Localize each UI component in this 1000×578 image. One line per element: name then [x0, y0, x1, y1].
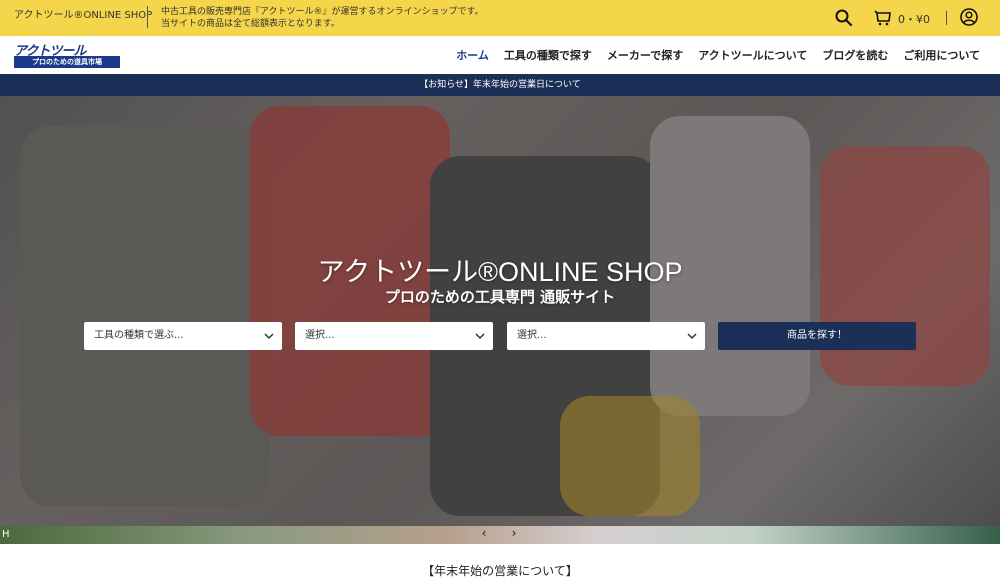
logo-text: アクトツール [14, 44, 86, 59]
announcement-bar[interactable]: 【お知らせ】年末年始の営業日について [0, 74, 1000, 96]
maker-select[interactable]: 選択... [295, 322, 493, 350]
nav-blog[interactable]: ブログを読む [822, 47, 888, 63]
chevron-down-icon [264, 333, 274, 340]
hero-subtitle: プロのための工具専門 通販サイト [384, 288, 616, 306]
section-title: 【年末年始の営業について】 [422, 564, 578, 578]
divider [946, 11, 947, 25]
shop-name: アクトツール®ONLINE SHOP [14, 10, 153, 21]
broken-image-alt: H [2, 529, 10, 540]
model-select[interactable]: 選択... [507, 322, 705, 350]
description-line-1: 中古工具の販売専門店『アクトツール®』が運営するオンラインショップです。 [161, 7, 484, 17]
chevron-down-icon [687, 333, 697, 340]
prev-slide-button[interactable]: ‹ [477, 526, 491, 540]
cart-count[interactable]: 0・¥0 [898, 11, 930, 27]
site-header: アクトツール プロのための道具市場 ホーム 工具の種類で探す メーカーで探す ア… [0, 36, 1000, 74]
select-value: 選択... [305, 330, 335, 341]
main-nav: ホーム 工具の種類で探す メーカーで探す アクトツールについて ブログを読む ご… [456, 47, 980, 63]
chevron-down-icon [475, 333, 485, 340]
nav-home[interactable]: ホーム [456, 47, 489, 63]
nav-about[interactable]: アクトツールについて [698, 47, 807, 63]
tool-type-select[interactable]: 工具の種類で選ぶ... [84, 322, 282, 350]
logo-tagline: プロのための道具市場 [14, 56, 120, 68]
hero-banner: アクトツール®ONLINE SHOP プロのための工具専門 通販サイト 工具の種… [0, 96, 1000, 526]
shop-description: 中古工具の販売専門店『アクトツール®』が運営するオンラインショップです。 当サイ… [161, 6, 541, 30]
nav-tool-types[interactable]: 工具の種類で探す [504, 47, 592, 63]
next-slide-button[interactable]: › [507, 526, 521, 540]
nav-makers[interactable]: メーカーで探す [607, 47, 683, 63]
description-line-2: 当サイトの商品は全て総額表示となります。 [161, 19, 340, 29]
site-logo[interactable]: アクトツール プロのための道具市場 [14, 40, 120, 68]
account-icon[interactable] [959, 7, 979, 27]
hero-title: アクトツール®ONLINE SHOP [317, 257, 683, 287]
top-bar: アクトツール®ONLINE SHOP 中古工具の販売専門店『アクトツール®』が運… [0, 0, 1000, 36]
select-value: 工具の種類で選ぶ... [94, 330, 184, 341]
select-value: 選択... [517, 330, 547, 341]
find-products-button[interactable]: 商品を探す！ [718, 322, 916, 350]
divider [147, 6, 148, 28]
nav-usage[interactable]: ご利用について [903, 47, 980, 63]
slideshow-strip: H ‹ › [0, 526, 1000, 544]
cart-icon[interactable] [873, 8, 893, 28]
search-icon[interactable] [834, 8, 854, 28]
hero-overlay [0, 96, 1000, 526]
